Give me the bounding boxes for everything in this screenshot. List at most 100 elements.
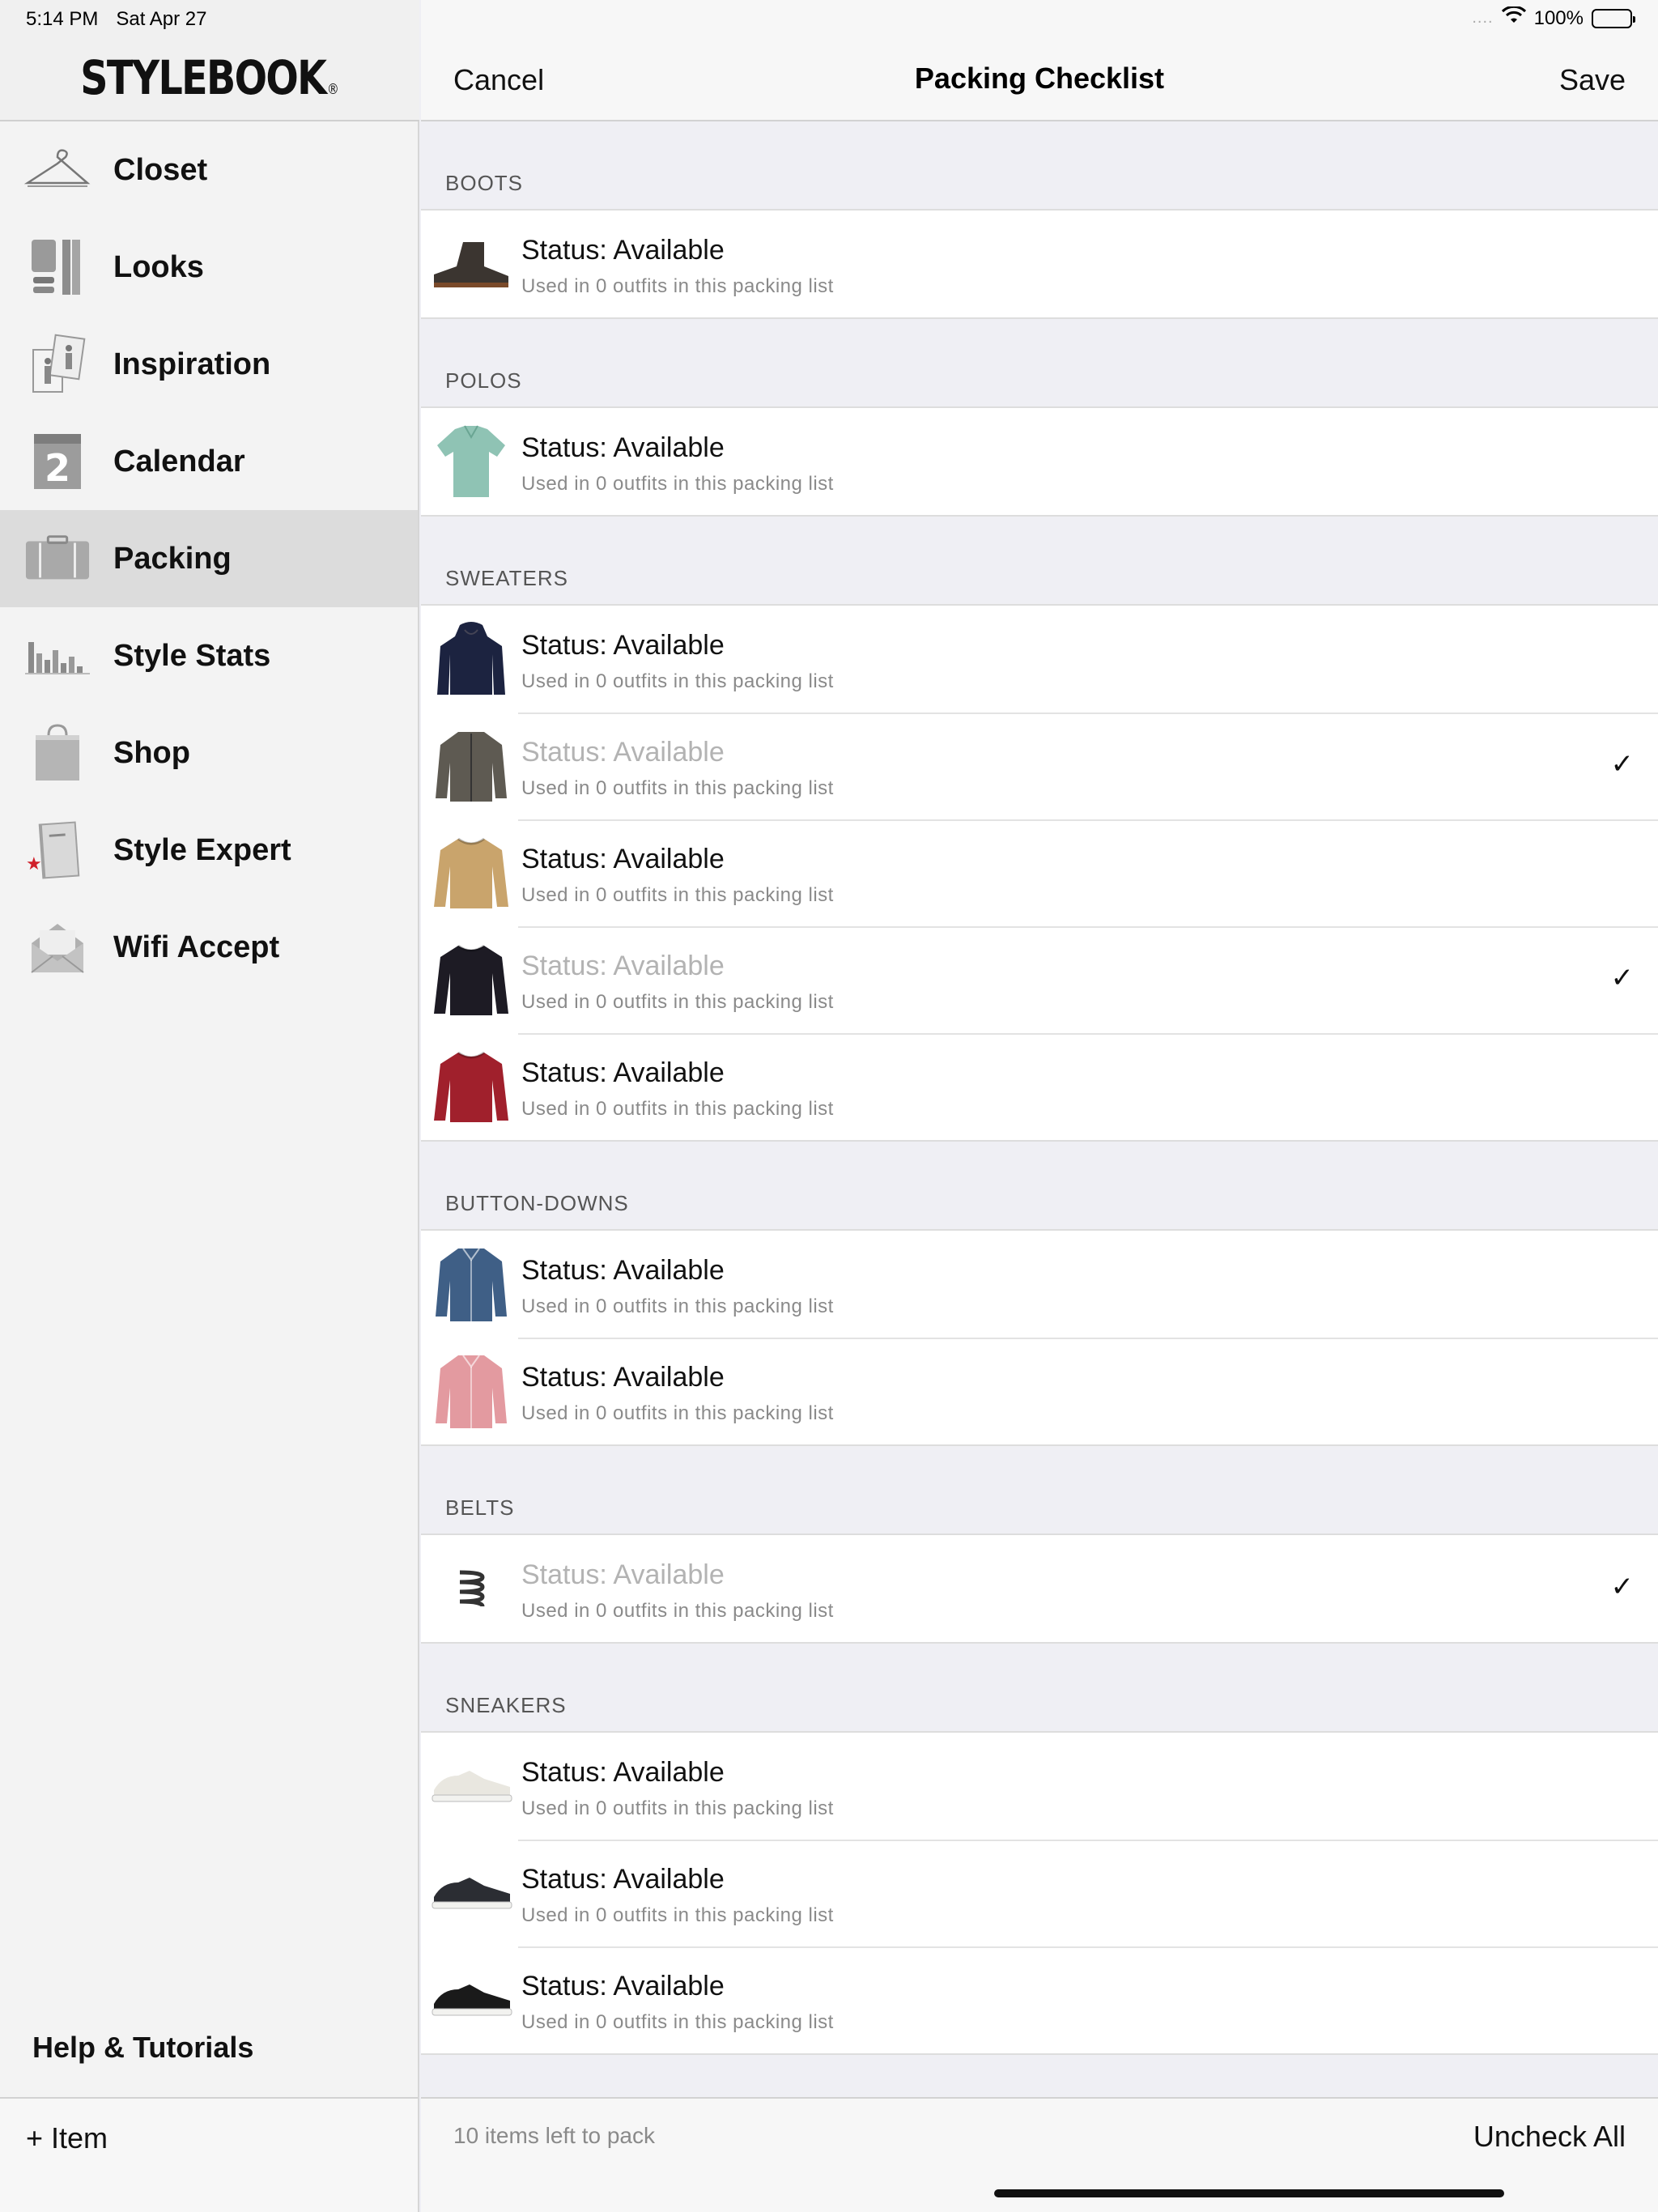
calendar-icon: 2 [24, 428, 91, 495]
item-status: Status: Available [521, 737, 725, 768]
packing-item-row[interactable]: Status: Available Used in 0 outfits in th… [421, 819, 1658, 926]
item-usage: Used in 0 outfits in this packing list [521, 1797, 834, 1819]
section-rows: Status: Available Used in 0 outfits in th… [421, 406, 1658, 517]
packing-item-row[interactable]: Status: Available Used in 0 outfits in th… [421, 1033, 1658, 1140]
sidebar-item-shop[interactable]: Shop [0, 704, 418, 802]
sidebar-item-style-expert[interactable]: ★ Style Expert [0, 802, 418, 899]
packing-item-row[interactable]: Status: Available Used in 0 outfits in th… [421, 713, 1658, 819]
packing-item-row[interactable]: Status: Available Used in 0 outfits in th… [421, 1231, 1658, 1338]
belt-thumbnail [429, 1546, 513, 1631]
sidebar-item-label: Calendar [113, 444, 245, 479]
item-status: Status: Available [521, 1864, 725, 1895]
item-status: Status: Available [521, 1559, 725, 1590]
packing-item-row[interactable]: Status: Available Used in 0 outfits in th… [421, 1338, 1658, 1444]
sidebar-footer: + Item [0, 2097, 418, 2212]
sweater-thumbnail [429, 1044, 513, 1129]
section-rows: Status: Available Used in 0 outfits in th… [421, 1731, 1658, 2055]
sidebar-header: 5:14 PM Sat Apr 27 STYLEBOOK® [0, 0, 419, 121]
battery-percent: 100% [1533, 6, 1584, 29]
sidebar: 5:14 PM Sat Apr 27 STYLEBOOK® Closet Loo… [0, 0, 419, 2212]
sidebar-item-label: Closet [113, 152, 208, 187]
sneaker-thumbnail [429, 1851, 513, 1935]
wifi-icon [1501, 5, 1526, 30]
home-indicator [994, 2189, 1504, 2197]
navigation-bar: .... 100% Cancel Packing Checklist Save [421, 0, 1658, 121]
help-tutorials-link[interactable]: Help & Tutorials [32, 2031, 253, 2065]
item-usage: Used in 0 outfits in this packing list [521, 991, 834, 1013]
sneaker-thumbnail [429, 1744, 513, 1828]
item-usage: Used in 0 outfits in this packing list [521, 884, 834, 906]
item-status: Status: Available [521, 844, 725, 874]
item-usage: Used in 0 outfits in this packing list [521, 473, 834, 495]
save-button[interactable]: Save [1559, 63, 1626, 97]
item-usage: Used in 0 outfits in this packing list [521, 2011, 834, 2033]
sidebar-item-style-stats[interactable]: Style Stats [0, 607, 418, 704]
sidebar-item-inspiration[interactable]: Inspiration [0, 316, 418, 413]
section-header: BUTTON-DOWNS [445, 1191, 629, 1215]
sweater-thumbnail [429, 938, 513, 1022]
packing-item-row[interactable]: Status: Available Used in 0 outfits in th… [421, 1840, 1658, 1946]
status-bar-right: .... 100% [1472, 5, 1635, 30]
item-usage: Used in 0 outfits in this packing list [521, 1600, 834, 1622]
sneaker-thumbnail [429, 1958, 513, 2042]
packing-item-row[interactable]: Status: Available Used in 0 outfits in th… [421, 1733, 1658, 1840]
shirt-thumbnail [429, 1242, 513, 1326]
main-panel: .... 100% Cancel Packing Checklist Save … [421, 0, 1658, 2212]
items-left-count: 10 items left to pack [453, 2123, 656, 2148]
item-usage: Used in 0 outfits in this packing list [521, 1098, 834, 1120]
item-status: Status: Available [521, 1255, 725, 1286]
sidebar-item-label: Style Stats [113, 638, 271, 673]
packing-item-row[interactable]: Status: Available Used in 0 outfits in th… [421, 1946, 1658, 2053]
section-sweaters: SWEATERS Status: Available Used in 0 outfi… [421, 517, 1658, 1142]
section-rows: Status: Available Used in 0 outfits in th… [421, 604, 1658, 1142]
sidebar-item-closet[interactable]: Closet [0, 121, 418, 219]
sidebar-item-wifi-accept[interactable]: Wifi Accept [0, 899, 418, 996]
status-time: 5:14 PM [26, 8, 99, 30]
item-usage: Used in 0 outfits in this packing list [521, 1904, 834, 1926]
item-usage: Used in 0 outfits in this packing list [521, 275, 834, 297]
hanger-icon [24, 137, 91, 203]
sidebar-item-packing[interactable]: Packing [0, 510, 418, 607]
item-status: Status: Available [521, 235, 725, 266]
looks-icon [24, 234, 91, 300]
inspiration-icon [24, 331, 91, 398]
suitcase-icon [24, 525, 91, 592]
packing-item-row[interactable]: Status: Available Used in 0 outfits in th… [421, 606, 1658, 713]
bar-chart-icon [24, 623, 91, 689]
sidebar-nav: Closet Looks Inspiration 2 Calendar Pack… [0, 121, 418, 996]
sidebar-item-label: Inspiration [113, 347, 271, 381]
jacket-thumbnail [429, 724, 513, 808]
cellular-signal-icon: .... [1472, 9, 1494, 27]
section-rows: Status: Available Used in 0 outfits in th… [421, 1229, 1658, 1446]
item-status: Status: Available [521, 1971, 725, 2001]
uncheck-all-button[interactable]: Uncheck All [1473, 2120, 1626, 2154]
sidebar-item-looks[interactable]: Looks [0, 219, 418, 316]
add-item-button[interactable]: + Item [26, 2121, 108, 2155]
item-status: Status: Available [521, 630, 725, 661]
book-icon [24, 817, 91, 883]
packing-item-row[interactable]: Status: Available Used in 0 outfits in th… [421, 408, 1658, 515]
status-date: Sat Apr 27 [116, 8, 207, 30]
item-status: Status: Available [521, 432, 725, 463]
section-boots: BOOTS Status: Available Used in 0 outfits … [421, 121, 1658, 319]
section-polos: POLOS Status: Available Used in 0 outfits … [421, 319, 1658, 517]
status-bar-left: 5:14 PM Sat Apr 27 [26, 8, 206, 31]
section-header: SNEAKERS [445, 1693, 567, 1717]
hoodie-thumbnail [429, 617, 513, 701]
item-status: Status: Available [521, 1057, 725, 1088]
section-header: SWEATERS [445, 566, 568, 590]
boot-thumbnail [429, 222, 513, 306]
item-usage: Used in 0 outfits in this packing list [521, 1402, 834, 1424]
sidebar-item-label: Packing [113, 541, 232, 576]
section-header: BOOTS [445, 171, 524, 195]
sidebar-item-label: Shop [113, 735, 190, 770]
shopping-bag-icon [24, 720, 91, 786]
packing-item-row[interactable]: Status: Available Used in 0 outfits in th… [421, 211, 1658, 317]
envelope-icon [24, 914, 91, 981]
checkmark-icon: ✓ [1610, 749, 1635, 780]
packing-item-row[interactable]: Status: Available Used in 0 outfits in th… [421, 1535, 1658, 1642]
packing-item-row[interactable]: Status: Available Used in 0 outfits in th… [421, 926, 1658, 1033]
sidebar-item-calendar[interactable]: 2 Calendar [0, 413, 418, 510]
sidebar-item-label: Style Expert [113, 832, 291, 867]
section-button-downs: BUTTON-DOWNS Status: Available Used in 0 o… [421, 1142, 1658, 1446]
